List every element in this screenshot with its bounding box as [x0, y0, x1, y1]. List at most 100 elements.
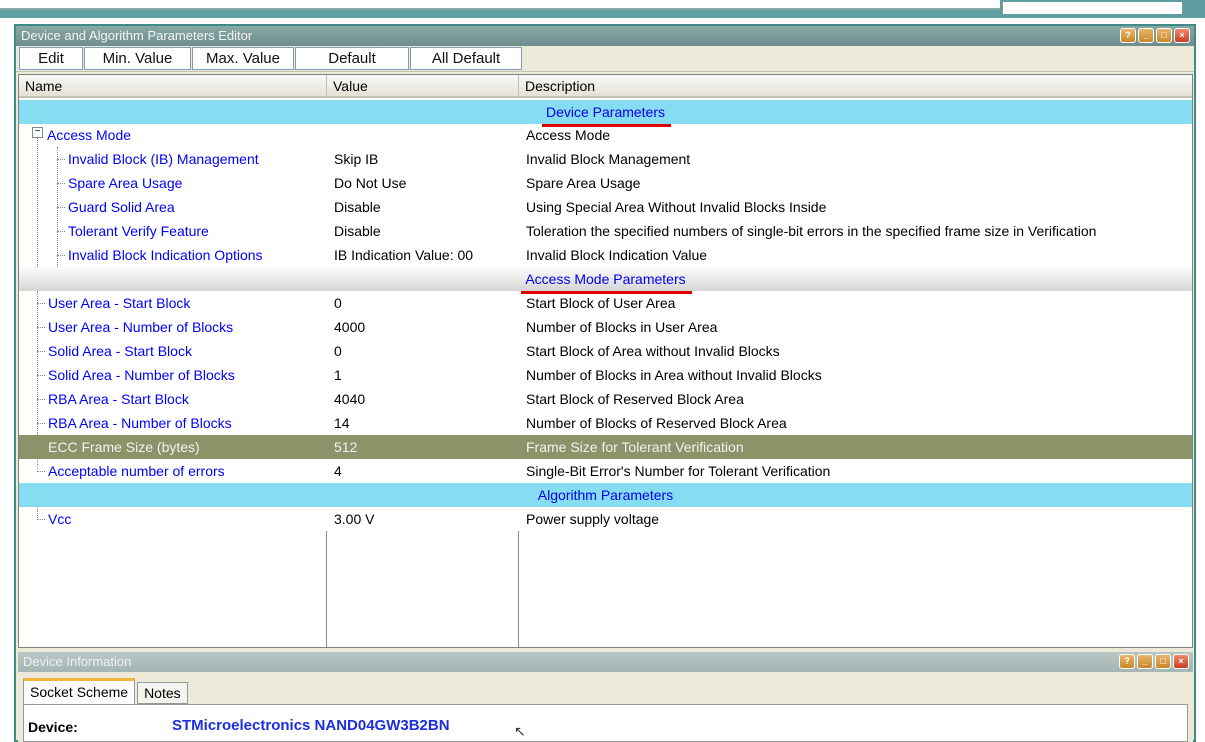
- background-panel-right: [1002, 2, 1182, 14]
- table-row-selected[interactable]: ECC Frame Size (bytes) 512 Frame Size fo…: [19, 435, 1192, 460]
- param-name: Guard Solid Area: [68, 199, 175, 215]
- param-name: ECC Frame Size (bytes): [48, 439, 200, 455]
- table-row[interactable]: Invalid Block Indication Options IB Indi…: [19, 243, 1192, 267]
- tab-socket-scheme[interactable]: Socket Scheme: [23, 678, 136, 704]
- device-label: Device:: [28, 719, 78, 735]
- param-value: Skip IB: [334, 151, 379, 167]
- param-value: 1: [334, 367, 342, 383]
- table-row[interactable]: Guard Solid Area Disable Using Special A…: [19, 195, 1192, 219]
- param-value: 512: [334, 439, 358, 455]
- table-row[interactable]: Acceptable number of errors 4 Single-Bit…: [19, 459, 1192, 483]
- param-name: Solid Area - Number of Blocks: [48, 367, 235, 383]
- param-name: User Area - Start Block: [48, 295, 191, 311]
- param-value: 4: [334, 463, 342, 479]
- param-description: Start Block of Area without Invalid Bloc…: [526, 343, 780, 359]
- table-row[interactable]: Vcc 3.00 V Power supply voltage: [19, 507, 1192, 531]
- param-description: Spare Area Usage: [526, 175, 641, 191]
- background-panel: [0, 0, 1000, 10]
- param-name: Spare Area Usage: [68, 175, 183, 191]
- minimize-icon[interactable]: _: [1138, 28, 1154, 43]
- column-divider: [326, 531, 327, 647]
- close-icon[interactable]: ×: [1174, 28, 1190, 43]
- editor-titlebar: Device and Algorithm Parameters Editor ?…: [16, 26, 1194, 46]
- param-name: Invalid Block Indication Options: [68, 247, 263, 263]
- minimize-icon[interactable]: _: [1137, 654, 1153, 669]
- table-row[interactable]: RBA Area - Number of Blocks 14 Number of…: [19, 411, 1192, 435]
- device-info-titlebar: Device Information ? _ □ ×: [18, 652, 1193, 672]
- param-value: Disable: [334, 199, 381, 215]
- table-row[interactable]: Access Mode Access Mode: [19, 123, 1192, 147]
- table-row[interactable]: Solid Area - Number of Blocks 1 Number o…: [19, 363, 1192, 387]
- help-icon[interactable]: ?: [1119, 654, 1135, 669]
- param-value: 4040: [334, 391, 366, 407]
- table-row[interactable]: Spare Area Usage Do Not Use Spare Area U…: [19, 171, 1192, 195]
- edit-button[interactable]: Edit: [19, 47, 83, 70]
- device-name: STMicroelectronics NAND04GW3B2BN: [172, 717, 450, 734]
- device-info-title: Device Information: [23, 654, 132, 669]
- section-algorithm-parameters: Algorithm Parameters: [19, 483, 1192, 507]
- section-device-parameters: Device Parameters: [19, 100, 1192, 127]
- param-name: Solid Area - Start Block: [48, 343, 192, 359]
- mouse-cursor-icon: ↖: [514, 723, 526, 739]
- help-icon[interactable]: ?: [1120, 28, 1136, 43]
- device-info-content: Device: STMicroelectronics NAND04GW3B2BN…: [23, 704, 1188, 742]
- maximize-icon[interactable]: □: [1156, 28, 1172, 43]
- background-window-strip: [0, 0, 1205, 18]
- table-header: Name Value Description: [19, 75, 1192, 98]
- param-description: Frame Size for Tolerant Verification: [526, 439, 744, 455]
- param-description: Number of Blocks in Area without Invalid…: [526, 367, 822, 383]
- param-value: 0: [334, 295, 342, 311]
- param-name: User Area - Number of Blocks: [48, 319, 234, 335]
- maximize-icon[interactable]: □: [1155, 654, 1171, 669]
- table-row[interactable]: User Area - Number of Blocks 4000 Number…: [19, 315, 1192, 339]
- table-row[interactable]: Solid Area - Start Block 0 Start Block o…: [19, 339, 1192, 363]
- param-name: Access Mode: [47, 127, 132, 143]
- param-description: Invalid Block Indication Value: [526, 247, 708, 263]
- max-value-button[interactable]: Max. Value: [192, 47, 294, 70]
- description-column-header[interactable]: Description: [519, 75, 1192, 98]
- param-description: Invalid Block Management: [526, 151, 691, 167]
- param-value: 0: [334, 343, 342, 359]
- param-description: Toleration the specified numbers of sing…: [526, 223, 1097, 239]
- param-name: Acceptable number of errors: [48, 463, 225, 479]
- param-description: Number of Blocks of Reserved Block Area: [526, 415, 787, 431]
- close-icon[interactable]: ×: [1173, 654, 1189, 669]
- section-device-label: Device Parameters: [545, 104, 666, 120]
- param-value: 14: [334, 415, 350, 431]
- param-value: 4000: [334, 319, 366, 335]
- param-name: Tolerant Verify Feature: [68, 223, 209, 239]
- table-row[interactable]: Tolerant Verify Feature Disable Tolerati…: [19, 219, 1192, 243]
- param-name: RBA Area - Number of Blocks: [48, 415, 232, 431]
- param-name: Invalid Block (IB) Management: [68, 151, 259, 167]
- all-default-button[interactable]: All Default: [410, 47, 522, 70]
- device-info-buttons: ? _ □ ×: [1119, 654, 1189, 669]
- param-description: Access Mode: [526, 127, 611, 143]
- param-description: Single-Bit Error's Number for Tolerant V…: [526, 463, 831, 479]
- param-name: RBA Area - Start Block: [48, 391, 189, 407]
- section-algorithm-label: Algorithm Parameters: [537, 487, 674, 503]
- editor-title: Device and Algorithm Parameters Editor: [21, 28, 253, 43]
- tab-notes[interactable]: Notes: [137, 682, 188, 704]
- parameters-table: Name Value Description Device Parameters…: [18, 74, 1193, 648]
- title-buttons: ? _ □ ×: [1120, 28, 1190, 43]
- name-column-header[interactable]: Name: [19, 75, 327, 98]
- table-row[interactable]: Invalid Block (IB) Management Skip IB In…: [19, 147, 1192, 171]
- section-access-mode-label: Access Mode Parameters: [525, 271, 686, 287]
- default-button[interactable]: Default: [295, 47, 409, 70]
- param-description: Power supply voltage: [526, 511, 660, 527]
- table-row[interactable]: RBA Area - Start Block 4040 Start Block …: [19, 387, 1192, 411]
- param-value: IB Indication Value: 00: [334, 247, 474, 263]
- device-info-tabs: Socket Scheme Notes: [23, 678, 190, 704]
- param-value: 3.00 V: [334, 511, 375, 527]
- param-value: Disable: [334, 223, 381, 239]
- column-divider: [518, 531, 519, 647]
- table-row[interactable]: User Area - Start Block 0 Start Block of…: [19, 291, 1192, 315]
- section-access-mode-parameters: Access Mode Parameters: [19, 267, 1192, 294]
- editor-toolbar: Edit Min. Value Max. Value Default All D…: [16, 46, 1194, 72]
- param-description: Start Block of Reserved Block Area: [526, 391, 744, 407]
- param-name: Vcc: [48, 511, 72, 527]
- min-value-button[interactable]: Min. Value: [84, 47, 191, 70]
- value-column-header[interactable]: Value: [327, 75, 519, 98]
- param-value: Do Not Use: [334, 175, 407, 191]
- device-information-panel: Device Information ? _ □ × Socket Scheme…: [18, 652, 1193, 742]
